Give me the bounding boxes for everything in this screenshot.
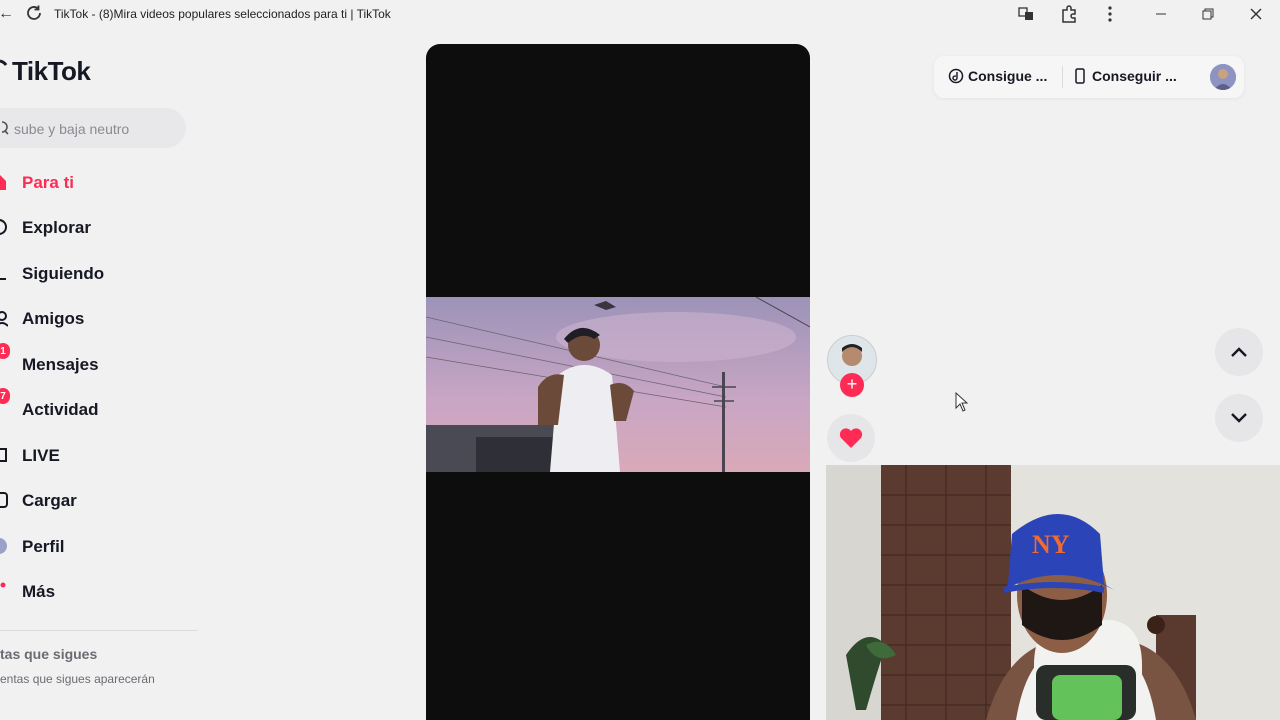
sidebar-item-label: LIVE — [22, 446, 60, 465]
mouse-cursor-icon — [955, 392, 969, 412]
window-title: TikTok - (8)Mira videos populares selecc… — [54, 7, 391, 21]
video-frame — [426, 297, 810, 472]
phone-icon — [1075, 68, 1085, 84]
sidebar-item-label: Perfil — [22, 537, 65, 556]
chevron-up-icon — [1231, 347, 1247, 357]
pill-separator — [1062, 66, 1063, 88]
restore-icon[interactable] — [1198, 4, 1218, 24]
sidebar-item-label: Amigos — [22, 309, 85, 328]
video-player[interactable] — [426, 44, 810, 720]
top-actions-bar: Consigue ... Conseguir ... — [934, 56, 1244, 98]
compass-icon — [0, 219, 7, 235]
like-button[interactable] — [827, 414, 875, 462]
back-arrow-icon[interactable]: ← — [0, 5, 14, 23]
friends-icon — [0, 311, 8, 327]
live-icon — [0, 448, 7, 462]
coin-icon — [948, 68, 964, 84]
previous-video-button[interactable] — [1215, 328, 1263, 376]
messages-badge: 1 — [0, 343, 10, 359]
more-vertical-icon[interactable] — [1100, 4, 1120, 24]
more-icon — [0, 582, 6, 588]
get-app-button[interactable]: Conseguir ... — [1074, 68, 1177, 84]
sidebar-item-label: Para ti — [22, 173, 74, 192]
logo-text: TikTok — [12, 56, 91, 86]
get-coins-button[interactable]: Consigue ... — [948, 68, 1047, 84]
following-accounts-title: tas que sigues — [0, 646, 98, 662]
sidebar-item-label: Mensajes — [22, 355, 99, 374]
profile-icon — [0, 538, 7, 554]
user-avatar[interactable] — [1210, 64, 1236, 90]
sidebar-item-label: Siguiendo — [22, 264, 105, 283]
webcam-overlay: NY — [826, 465, 1280, 720]
translate-icon[interactable] — [1016, 4, 1036, 24]
reload-icon[interactable] — [24, 3, 44, 28]
sidebar-item-label: Actividad — [22, 400, 99, 419]
following-accounts-note: entas que sigues aparecerán — [0, 672, 155, 686]
following-icon — [0, 278, 6, 280]
upload-icon — [0, 492, 8, 508]
sidebar-item-label: Explorar — [22, 218, 91, 237]
search-icon — [2, 121, 9, 135]
tiktok-logo[interactable]: TikTok — [0, 56, 91, 87]
sidebar-divider — [0, 630, 198, 631]
next-video-button[interactable] — [1215, 394, 1263, 442]
chevron-down-icon — [1231, 413, 1247, 423]
home-icon — [0, 175, 6, 190]
get-coins-label: Consigue ... — [968, 68, 1048, 84]
sidebar-item-label: Más — [22, 582, 56, 601]
search-input[interactable]: sube y baja neutro — [0, 108, 186, 148]
close-icon[interactable] — [1246, 4, 1266, 24]
minimize-icon[interactable] — [1151, 4, 1171, 24]
get-app-label: Conseguir ... — [1092, 68, 1177, 84]
tiktok-note-icon — [0, 59, 8, 66]
extensions-icon[interactable] — [1059, 4, 1079, 24]
activity-badge: 7 — [0, 388, 10, 404]
search-placeholder: sube y baja neutro — [14, 121, 130, 137]
browser-title-bar: ← TikTok - (8)Mira videos populares sele… — [0, 0, 1280, 28]
svg-text:NY: NY — [1032, 530, 1070, 559]
sidebar-item-label: Cargar — [22, 491, 77, 510]
heart-icon — [839, 428, 863, 448]
follow-button[interactable]: + — [840, 373, 864, 397]
